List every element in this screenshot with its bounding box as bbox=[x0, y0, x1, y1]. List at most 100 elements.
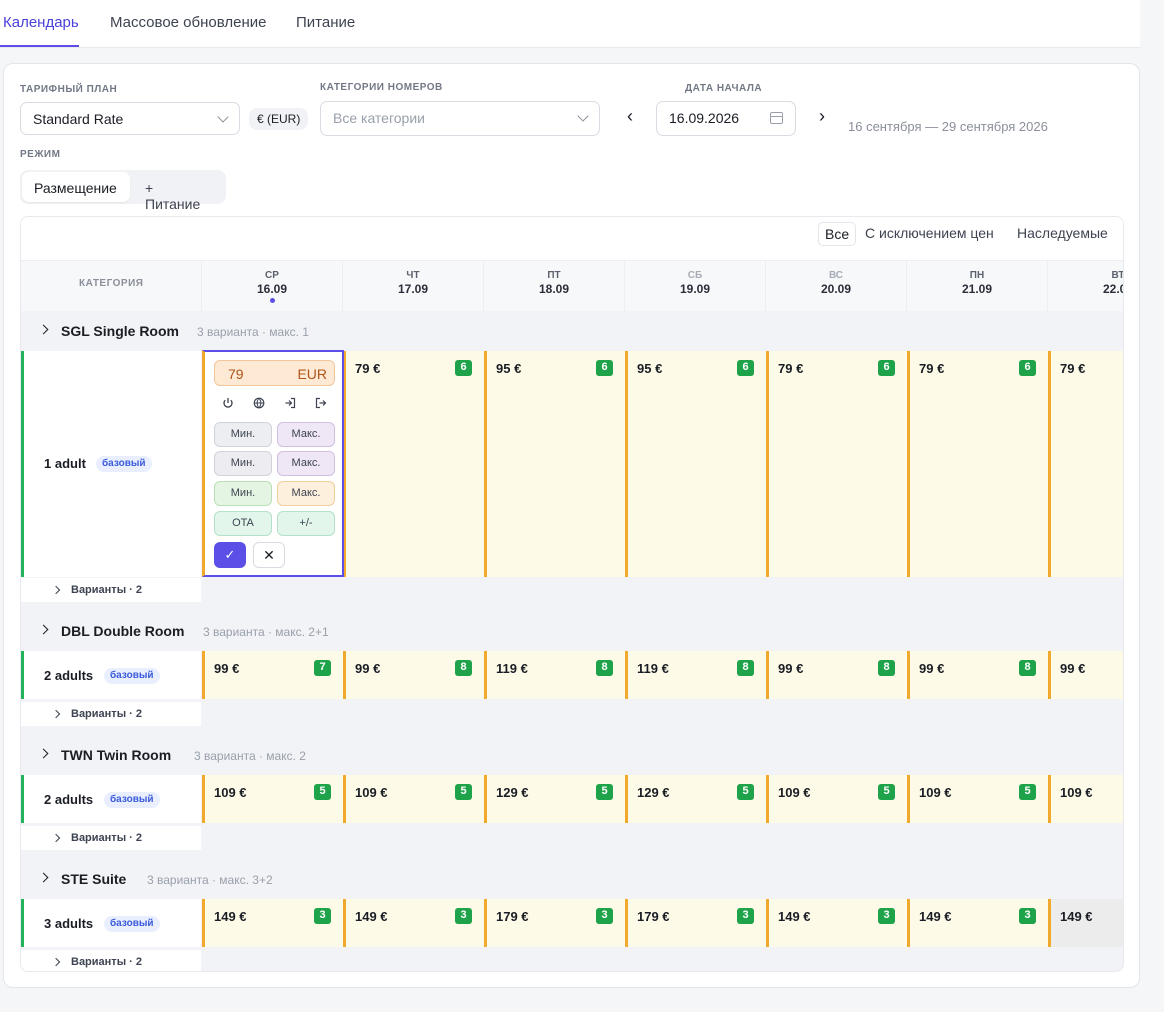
chevron-right-icon bbox=[51, 709, 61, 719]
rate-cell[interactable]: 149 € 3 bbox=[907, 899, 1048, 947]
cell-price: 79 € bbox=[1060, 361, 1086, 376]
min-guests-input[interactable]: Мин. bbox=[214, 481, 272, 506]
rate-cell[interactable]: 79 € bbox=[1048, 351, 1123, 577]
filter-all[interactable]: Все bbox=[818, 222, 857, 246]
min-arrival-input[interactable]: Мин. bbox=[214, 451, 272, 476]
filter-inherited[interactable]: Наследуемые bbox=[1011, 222, 1114, 246]
day-header[interactable]: СБ 19.09 bbox=[624, 261, 765, 311]
day-date: 16.09 bbox=[256, 282, 288, 296]
day-header[interactable]: ВС 20.09 bbox=[765, 261, 906, 311]
ota-button[interactable]: OTA bbox=[214, 511, 272, 536]
variants-toggle[interactable]: Варианты · 2 bbox=[21, 702, 201, 726]
check-in-icon[interactable] bbox=[280, 396, 300, 414]
max-stay-input[interactable]: Макс. bbox=[277, 422, 335, 447]
rate-cell[interactable]: 79 € 6 bbox=[907, 351, 1048, 577]
tab-calendar[interactable]: Календарь bbox=[3, 14, 79, 31]
availability-badge: 3 bbox=[737, 908, 754, 924]
confirm-button[interactable]: ✓ bbox=[214, 542, 246, 568]
room-category-row[interactable]: SGL Single Room 3 варианта · макс. 1 bbox=[21, 311, 1123, 351]
rate-cell[interactable]: 109 € 5 bbox=[907, 775, 1048, 823]
room-category-row[interactable]: STE Suite 3 варианта · макс. 3+2 bbox=[21, 859, 1123, 899]
day-header[interactable]: СР 16.09 bbox=[201, 261, 342, 311]
rate-cell-editor: 79 EUR Мин. Макс. Мин. Макс. Мин. Макс. … bbox=[202, 350, 344, 577]
availability-badge: 8 bbox=[596, 660, 613, 676]
chevron-right-icon bbox=[38, 748, 49, 759]
room-category-row[interactable]: TWN Twin Room 3 варианта · макс. 2 bbox=[21, 735, 1123, 775]
power-icon[interactable] bbox=[218, 396, 238, 414]
variants-toggle[interactable]: Варианты · 2 bbox=[21, 950, 201, 971]
rate-cell[interactable]: 119 € 8 bbox=[625, 651, 766, 699]
availability-badge: 3 bbox=[596, 908, 613, 924]
base-badge: базовый bbox=[96, 456, 152, 472]
rate-cell[interactable]: 79 € 6 bbox=[343, 351, 484, 577]
adjust-button[interactable]: +/- bbox=[277, 511, 335, 536]
rate-cell[interactable]: 129 € 5 bbox=[484, 775, 625, 823]
rate-cell[interactable]: 149 € 3 bbox=[202, 899, 343, 947]
mode-meals[interactable]: + Питание bbox=[133, 172, 223, 212]
rate-cell[interactable]: 99 € 8 bbox=[766, 651, 907, 699]
day-header[interactable]: ЧТ 17.09 bbox=[342, 261, 483, 311]
max-guests-input[interactable]: Макс. bbox=[277, 481, 335, 506]
cell-price: 79 € bbox=[919, 361, 945, 376]
occupancy-label: 2 adults базовый bbox=[21, 775, 201, 823]
rate-cell[interactable]: 99 € 8 bbox=[343, 651, 484, 699]
cell-price: 79 € bbox=[778, 361, 804, 376]
day-header[interactable]: ПН 21.09 bbox=[906, 261, 1047, 311]
variants-toggle[interactable]: Варианты · 2 bbox=[21, 826, 201, 850]
rate-cell[interactable]: 109 € 5 bbox=[766, 775, 907, 823]
rate-cell[interactable]: 179 € 3 bbox=[484, 899, 625, 947]
availability-badge: 5 bbox=[737, 784, 754, 800]
max-arrival-input[interactable]: Макс. bbox=[277, 451, 335, 476]
rate-cell[interactable]: 79 € 6 bbox=[766, 351, 907, 577]
room-category-row[interactable]: DBL Double Room 3 варианта · макс. 2+1 bbox=[21, 611, 1123, 651]
day-header[interactable]: ПТ 18.09 bbox=[483, 261, 624, 311]
variants-toggle[interactable]: Варианты · 2 bbox=[21, 578, 201, 602]
rate-plan-select[interactable]: Standard Rate bbox=[20, 102, 240, 135]
day-header[interactable]: ВТ 22.09 bbox=[1047, 261, 1123, 311]
rate-cell[interactable]: 109 € 5 bbox=[343, 775, 484, 823]
min-stay-input[interactable]: Мин. bbox=[214, 422, 272, 447]
next-period-button[interactable]: › bbox=[812, 107, 832, 127]
chevron-down-icon bbox=[217, 111, 229, 123]
rate-cell[interactable]: 109 € 5 bbox=[202, 775, 343, 823]
price-input[interactable]: 79 EUR bbox=[214, 360, 335, 386]
globe-icon[interactable] bbox=[249, 396, 269, 414]
room-meta: 3 варианта · макс. 2+1 bbox=[203, 625, 329, 639]
currency-pill: € (EUR) bbox=[249, 108, 309, 130]
cell-price: 149 € bbox=[778, 909, 811, 924]
availability-badge: 6 bbox=[596, 360, 613, 376]
variants-label: Варианты · 2 bbox=[71, 956, 142, 968]
filter-price-exceptions[interactable]: С исключением цен bbox=[859, 222, 1000, 246]
start-date-input[interactable]: 16.09.2026 bbox=[656, 101, 796, 136]
tab-bulk-update[interactable]: Массовое обновление bbox=[110, 14, 266, 31]
rate-cell[interactable]: 119 € 8 bbox=[484, 651, 625, 699]
rate-cell[interactable]: 95 € 6 bbox=[484, 351, 625, 577]
mode-accommodation[interactable]: Размещение bbox=[22, 172, 130, 202]
check-out-icon[interactable] bbox=[311, 396, 331, 414]
category-column-header: КАТЕГОРИЯ bbox=[79, 278, 144, 289]
rate-cell[interactable]: 149 € 3 bbox=[766, 899, 907, 947]
occupancy-label: 3 adults базовый bbox=[21, 899, 201, 947]
availability-badge: 6 bbox=[878, 360, 895, 376]
cell-price: 119 € bbox=[496, 661, 528, 676]
day-date: 21.09 bbox=[961, 282, 993, 296]
rate-cell[interactable]: 99 € 7 bbox=[202, 651, 343, 699]
cell-price: 109 € bbox=[778, 785, 811, 800]
rate-cell[interactable]: 129 € 5 bbox=[625, 775, 766, 823]
rate-cell[interactable]: 149 € 3 bbox=[343, 899, 484, 947]
rate-cell[interactable]: 99 € bbox=[1048, 651, 1123, 699]
rate-cell[interactable]: 99 € 8 bbox=[907, 651, 1048, 699]
cell-price: 95 € bbox=[637, 361, 663, 376]
base-badge: базовый bbox=[104, 792, 160, 808]
room-name: TWN Twin Room bbox=[61, 747, 172, 763]
rate-cell[interactable]: 149 € bbox=[1048, 899, 1123, 947]
prev-period-button[interactable]: ‹ bbox=[620, 107, 640, 127]
rate-cell[interactable]: 95 € 6 bbox=[625, 351, 766, 577]
availability-badge: 8 bbox=[737, 660, 754, 676]
cancel-button[interactable]: ✕ bbox=[253, 542, 285, 568]
room-categories-select[interactable]: Все категории bbox=[320, 101, 600, 136]
rate-cell[interactable]: 109 € bbox=[1048, 775, 1123, 823]
rate-cell[interactable]: 179 € 3 bbox=[625, 899, 766, 947]
room-name: DBL Double Room bbox=[61, 623, 185, 639]
tab-meals[interactable]: Питание bbox=[296, 14, 355, 31]
